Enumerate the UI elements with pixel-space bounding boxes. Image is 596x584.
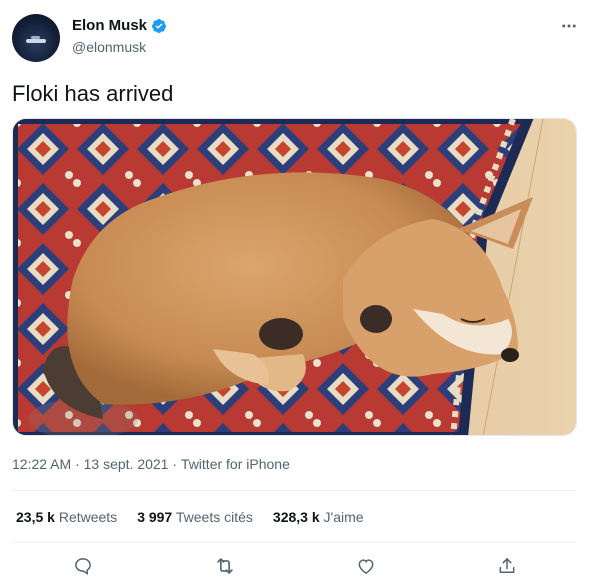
verified-badge-icon bbox=[152, 18, 167, 33]
action-bar bbox=[0, 553, 596, 581]
retweet-icon[interactable] bbox=[212, 553, 238, 579]
user-handle[interactable]: @elonmusk bbox=[72, 39, 146, 55]
heart-icon[interactable] bbox=[353, 553, 379, 579]
likes-count: 328,3 k bbox=[272, 509, 320, 525]
tweet-time[interactable]: 12:22 AM bbox=[12, 456, 71, 472]
quotes-stat[interactable]: 3 997 Tweets cités bbox=[137, 509, 253, 525]
tweet-photo[interactable] bbox=[12, 118, 577, 436]
tweet-text: Floki has arrived bbox=[12, 81, 174, 106]
meta-separator-2: · bbox=[168, 456, 181, 472]
quotes-count: 3 997 bbox=[137, 509, 173, 525]
display-name[interactable]: Elon Musk bbox=[72, 17, 147, 34]
retweets-label: Retweets bbox=[58, 509, 118, 525]
avatar-ship-body bbox=[26, 39, 46, 43]
tweet-source[interactable]: Twitter for iPhone bbox=[181, 456, 290, 472]
tweet-meta: 12:22 AM · 13 sept. 2021 · Twitter for i… bbox=[12, 456, 290, 472]
puppy-photo-illustration bbox=[13, 119, 576, 435]
share-icon[interactable] bbox=[494, 553, 520, 579]
tweet-card: Elon Musk @elonmusk Floki has arrived 12… bbox=[0, 0, 596, 584]
quotes-label: Tweets cités bbox=[175, 509, 253, 525]
likes-label: J'aime bbox=[323, 509, 364, 525]
divider-top bbox=[12, 490, 577, 491]
retweets-count: 23,5 k bbox=[16, 509, 55, 525]
avatar[interactable] bbox=[12, 14, 60, 62]
more-dots-icon[interactable] bbox=[559, 16, 579, 36]
retweets-stat[interactable]: 23,5 k Retweets bbox=[16, 509, 117, 525]
likes-stat[interactable]: 328,3 k J'aime bbox=[273, 509, 364, 525]
author-name-row: Elon Musk bbox=[72, 17, 167, 34]
divider-bottom bbox=[12, 542, 577, 543]
tweet-date[interactable]: 13 sept. 2021 bbox=[84, 456, 169, 472]
engagement-stats: 23,5 k Retweets 3 997 Tweets cités 328,3… bbox=[16, 509, 384, 525]
meta-separator-1: · bbox=[71, 456, 84, 472]
reply-icon[interactable] bbox=[70, 553, 96, 579]
